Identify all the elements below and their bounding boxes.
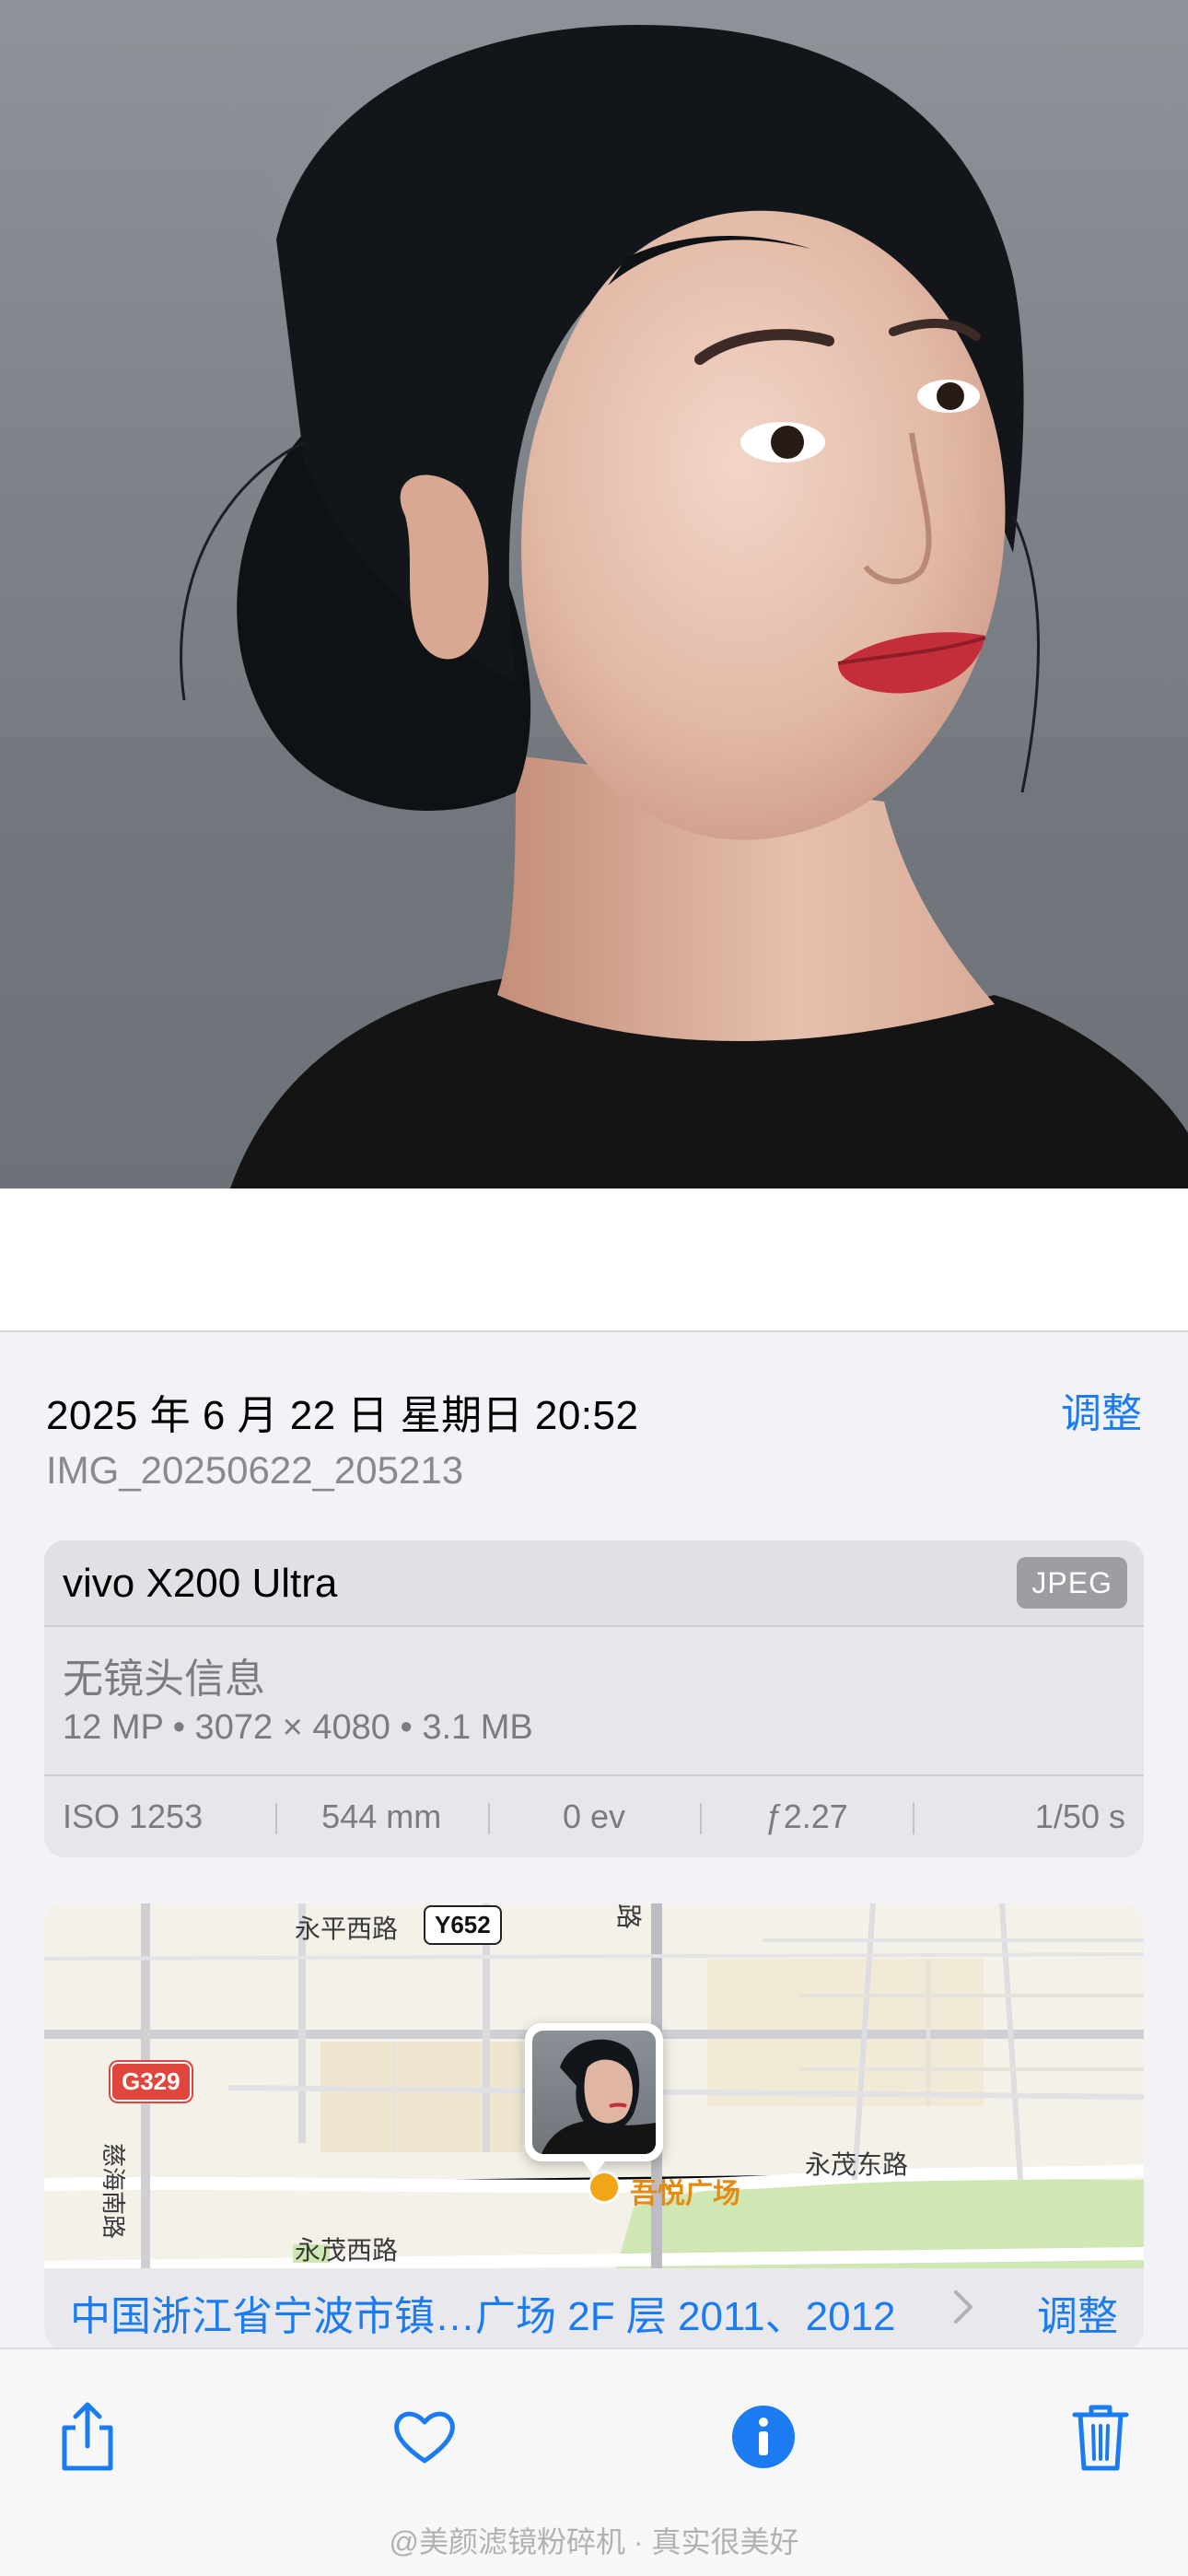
exif-focal-length: 544 mm [274, 1797, 488, 1836]
road-label-vertical: 路 [614, 1903, 643, 1930]
image-specs: 12 MP • 3072 × 4080 • 3.1 MB [63, 1708, 533, 1747]
info-panel: 2025 年 6 月 22 日 星期日 20:52 IMG_20250622_2… [0, 1330, 1188, 2349]
lens-info: 无镜头信息 [63, 1657, 265, 1702]
exif-iso: ISO 1253 [63, 1797, 204, 1835]
route-shield-y652: Y652 [424, 1905, 502, 1945]
photo-info-screen: 2025 年 6 月 22 日 星期日 20:52 IMG_20250622_2… [0, 0, 1188, 2576]
adjust-location-button[interactable]: 调整 [1037, 2283, 1118, 2342]
metadata-card: vivo X200 Ultra JPEG 无镜头信息 12 MP • 3072 … [44, 1540, 1144, 1857]
exif-shutter-speed: 1/50 s [913, 1797, 1144, 1836]
location-address-bar[interactable]: 中国浙江省宁波市镇…广场 2F 层 2011、2012 调整 [44, 2268, 1144, 2349]
road-label-cihai: 慈海南路 [99, 2143, 127, 2240]
road-label-yongmao-east: 永茂东路 [805, 2150, 909, 2179]
chevron-right-icon [952, 2289, 974, 2336]
heart-icon [394, 2411, 455, 2464]
trash-icon [1072, 2405, 1129, 2471]
photo-location-pin[interactable] [525, 2023, 663, 2176]
road-label-yongmao-west: 永茂西路 [295, 2236, 399, 2265]
format-badge: JPEG [1017, 1557, 1127, 1609]
file-name: IMG_20250622_205213 [46, 1448, 464, 1492]
share-icon [62, 2402, 113, 2471]
poi-label-wuyue-plaza: 吾悦广场 [630, 2179, 740, 2209]
adjust-datetime-button[interactable]: 调整 [1061, 1380, 1142, 1439]
info-icon [732, 2406, 795, 2468]
info-button[interactable] [722, 2395, 805, 2478]
location-address[interactable]: 中国浙江省宁波市镇…广场 2F 层 2011、2012 [70, 2283, 896, 2342]
road-label-yongping: 永平西路 [295, 1914, 399, 1943]
photo-viewer[interactable] [0, 0, 1188, 1188]
bottom-toolbar: @美颜滤镜粉碎机 · 真实很美好 [0, 2348, 1188, 2576]
share-button[interactable] [46, 2395, 129, 2478]
exif-exposure-value: 0 ev [487, 1797, 701, 1836]
capture-datetime: 2025 年 6 月 22 日 星期日 20:52 [46, 1393, 639, 1438]
exif-aperture: ƒ2.27 [700, 1797, 913, 1836]
location-map[interactable]: 永平西路 Y652 路 G329 慈海南路 永茂西路 永茂东路 吾悦广场 中国浙… [44, 1903, 1144, 2349]
photo-thumbnail [532, 2031, 656, 2154]
portrait-image [0, 24, 1188, 1188]
watermark-text: @美颜滤镜粉碎机 · 真实很美好 [389, 2525, 799, 2558]
camera-model: vivo X200 Ultra [63, 1561, 338, 1606]
favorite-button[interactable] [383, 2395, 466, 2478]
delete-button[interactable] [1059, 2395, 1142, 2478]
exif-row: ISO 1253 544 mm 0 ev ƒ2.27 1/50 s [44, 1774, 1144, 1857]
metadata-header: vivo X200 Ultra JPEG [44, 1540, 1144, 1627]
route-shield-g329: G329 [111, 2062, 192, 2102]
